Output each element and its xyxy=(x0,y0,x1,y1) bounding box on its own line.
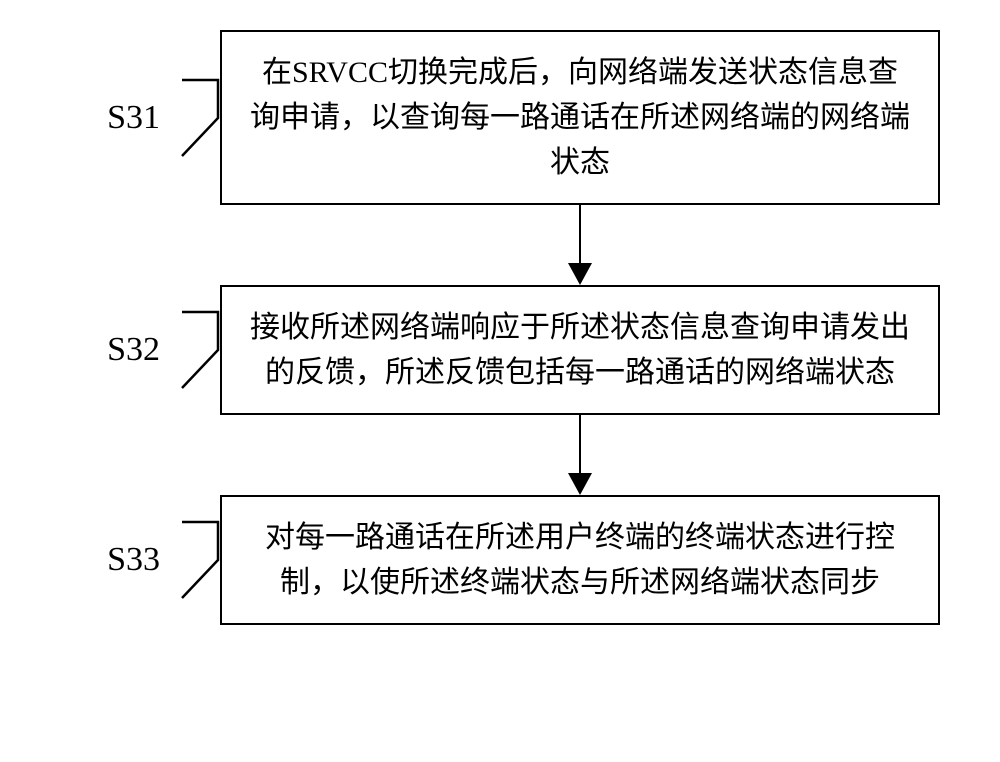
step-box-s33: 对每一路通话在所述用户终端的终端状态进行控制，以使所述终端状态与所述网络端状态同… xyxy=(220,495,940,625)
step-row-s32: S32 接收所述网络端响应于所述状态信息查询申请发出的反馈，所述反馈包括每一路通… xyxy=(60,285,940,415)
step-row-s31: S31 在SRVCC切换完成后，向网络端发送状态信息查询申请，以查询每一路通话在… xyxy=(60,30,940,205)
step-box-s31: 在SRVCC切换完成后，向网络端发送状态信息查询申请，以查询每一路通话在所述网络… xyxy=(220,30,940,205)
step-row-s33: S33 对每一路通话在所述用户终端的终端状态进行控制，以使所述终端状态与所述网络… xyxy=(60,495,940,625)
arrow-s31-s32 xyxy=(60,205,940,285)
arrow-down-icon xyxy=(568,473,592,495)
flowchart-container: S31 在SRVCC切换完成后，向网络端发送状态信息查询申请，以查询每一路通话在… xyxy=(0,0,1000,655)
arrow-down-icon xyxy=(568,263,592,285)
connector-bracket-icon xyxy=(180,78,220,158)
arrow-s32-s33 xyxy=(60,415,940,495)
step-label-s33: S33 xyxy=(60,541,160,579)
connector-bracket-icon xyxy=(180,520,220,600)
step-box-s32: 接收所述网络端响应于所述状态信息查询申请发出的反馈，所述反馈包括每一路通话的网络… xyxy=(220,285,940,415)
step-label-s31: S31 xyxy=(60,99,160,137)
connector-bracket-icon xyxy=(180,310,220,390)
step-label-s32: S32 xyxy=(60,331,160,369)
